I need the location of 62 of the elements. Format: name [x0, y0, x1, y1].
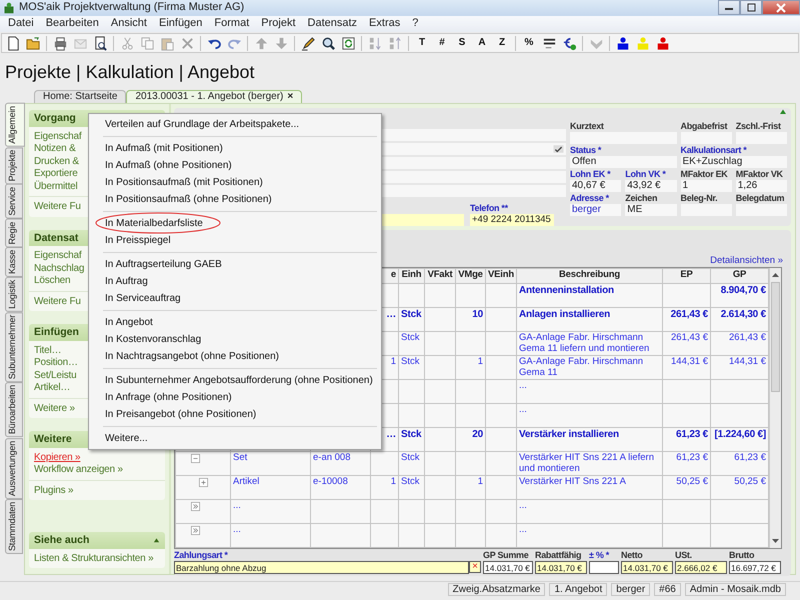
table-cell: Set	[230, 452, 310, 476]
table-cell: 261,43 €	[662, 308, 710, 332]
table-cell: Verstärker installieren	[516, 428, 662, 452]
field-label: Beleg-Nr.	[680, 193, 718, 204]
status-panel: #66	[654, 583, 681, 596]
table-cell: Antenneninstallation	[516, 284, 662, 308]
table-cell: 261,43 €	[662, 332, 710, 356]
table-cell: 1	[456, 476, 486, 500]
field-label: ± % *	[589, 550, 610, 562]
table-cell: Stck	[398, 308, 424, 332]
field-label: MFaktor VK	[736, 169, 784, 180]
field-label: Abgabefrist	[680, 121, 728, 132]
table-cell: ...	[516, 404, 662, 428]
table-cell: ...	[516, 500, 662, 524]
window-title: MOS'aik Projektverwaltung (Firma Muster AG)	[19, 1, 244, 15]
table-cell: ...	[516, 524, 662, 548]
table-cell: 61,23 €	[662, 452, 710, 476]
table-cell: Stck	[398, 332, 424, 356]
field-label: Rabattfähig	[535, 550, 582, 562]
field-label: Lohn EK *	[570, 169, 612, 180]
table-cell: Verstärker HIT Sns 221 A liefern und montieren	[516, 452, 662, 476]
table-cell: ...	[230, 500, 310, 524]
field-label: Zeichen	[625, 193, 658, 204]
table-cell: Stck	[398, 476, 424, 500]
table-cell: 1	[456, 356, 486, 380]
table-cell: Stck	[398, 356, 424, 380]
page-heading: Projekte | Kalkulation | Angebot	[4, 61, 256, 84]
field-label: Belegdatum	[736, 193, 786, 204]
table-cell: 144,31 €	[662, 356, 710, 380]
field-label: Zschl.-Frist	[736, 121, 782, 132]
field-label: MFaktor EK	[680, 169, 729, 180]
field-label: Lohn VK *	[625, 169, 667, 180]
field-label: Kalkulationsart *	[680, 145, 748, 156]
status-panel: Admin - Mosaik.mdb	[684, 583, 786, 596]
table-cell: e-10008	[310, 476, 370, 500]
table-cell: ...	[516, 380, 662, 404]
field-label: Kurztext	[570, 121, 605, 132]
table-cell: ...	[230, 524, 310, 548]
table-cell: Stck	[398, 452, 424, 476]
table-cell: Verstärker HIT Sns 221 A	[516, 476, 662, 500]
table-cell: 20	[456, 428, 486, 452]
status-panel: berger	[611, 583, 650, 596]
field-label: Zahlungsart *	[174, 550, 229, 562]
table-cell: Artikel	[230, 476, 310, 500]
table-cell: GA-Anlage Fabr. Hirschmann Gema 11	[516, 356, 662, 380]
table-cell: 10	[456, 308, 486, 332]
field-label: GP Summe	[483, 550, 530, 562]
field-label: Netto	[621, 550, 644, 562]
table-cell: e-an 008	[310, 452, 370, 476]
field-label: USt.	[675, 550, 693, 562]
status-panel: 1. Angebot	[549, 583, 608, 596]
table-cell: 1	[370, 476, 398, 500]
table-cell: GA-Anlage Fabr. Hirschmann Gema 11 liefern und montieren	[516, 332, 662, 356]
field-label: Telefon **	[470, 203, 509, 214]
table-cell: Stck	[398, 428, 424, 452]
status-panel: Zweig.Absatzmarke	[448, 583, 546, 596]
table-cell: Anlagen installieren	[516, 308, 662, 332]
field-label: Adresse *	[570, 193, 610, 204]
table-cell: 50,25 €	[662, 476, 710, 500]
field-label: Brutto	[729, 550, 756, 562]
field-label: Status *	[570, 145, 602, 156]
table-cell: 61,23 €	[662, 428, 710, 452]
